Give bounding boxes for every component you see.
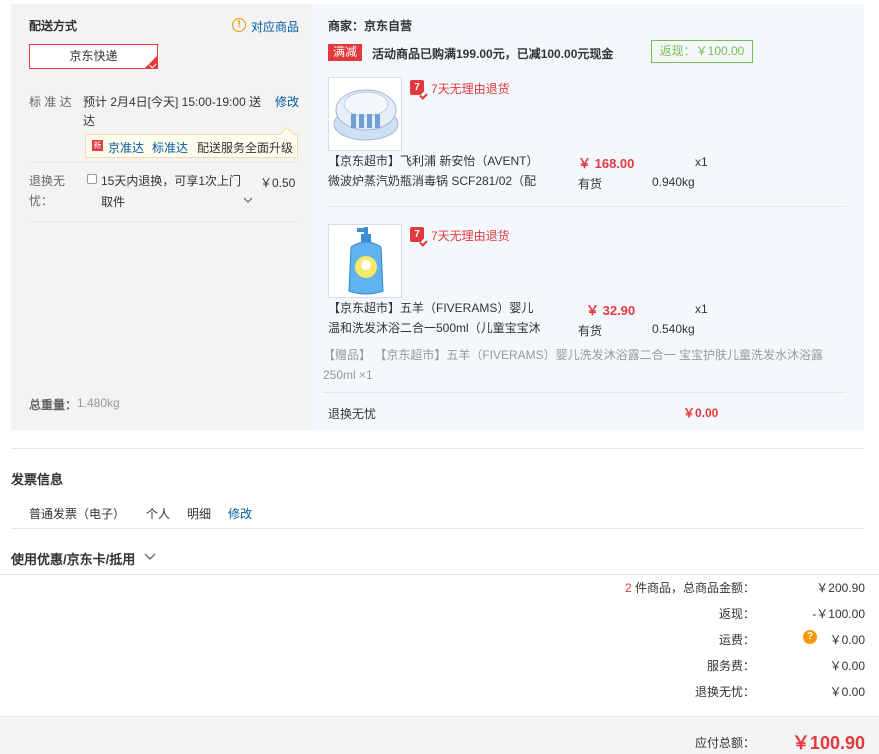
promo-text: 活动商品已购满199.00元，已减100.00元现金 [372,47,614,61]
new-badge: 新 [92,140,103,151]
rebate-label: 返现： [718,607,755,621]
divider [323,392,846,393]
shipping-method-option[interactable]: 京东快递 [29,44,158,69]
total-weight-value: 1.480kg [77,396,120,410]
freight-label: 运费： [718,633,755,647]
seven-day-return-icon: 7 [410,80,424,95]
product-qty: x1 [695,302,708,316]
goods-count-suffix: 件商品，总商品金额： [634,581,755,595]
invoice-modify-link[interactable]: 修改 [228,505,252,522]
goods-worry-free-label: 退换无忧 [328,407,377,421]
invoice-type: 普通发票（电子） [29,507,126,521]
total-weight-label: 总重量： [29,398,78,412]
worry-free-desc-line1: 15天内退换，可享1次上门 [101,174,242,188]
promo-tag: 满减 [328,44,362,61]
product-price: ￥ 168.00 [578,156,635,171]
worry-free-desc-line2: 取件 [101,195,126,209]
exclamation-circle-icon: ! [232,18,246,32]
chevron-down-icon[interactable] [243,197,253,204]
divider [11,448,864,449]
seven-day-return-icon: 7 [410,227,424,242]
divider [11,528,864,529]
product-weight: 0.940kg [652,175,695,189]
product-qty: x1 [695,155,708,169]
divider [29,162,299,163]
question-circle-icon[interactable]: ? [803,630,817,644]
goods-worry-free-price: ￥0.00 [683,406,719,420]
product-weight: 0.540kg [652,322,695,336]
worry-free-total-label: 退换无忧： [694,685,755,699]
freight-value: ￥0.00 [829,633,865,647]
biaozhunda-link[interactable]: 标准达 [152,139,188,156]
rebate-badge: 返现：￥100.00 [651,40,753,63]
jingzhunda-link[interactable]: 京准达 [108,139,144,156]
upgrade-text: 配送服务全面升级 [197,141,294,155]
invoice-detail: 明细 [187,507,212,521]
product-stock: 有货 [578,177,603,191]
summary-goods-count: 2 件商品，总商品金额： [625,579,755,596]
product-title[interactable]: 【京东超市】五羊（FIVERAMS）婴儿温和洗发沐浴二合一500ml（儿童宝宝沐… [328,298,544,338]
goods-total: ￥200.90 [816,581,865,595]
shipping-method-label: 京东快递 [69,49,118,63]
divider [0,574,879,575]
invoice-title: 发票信息 [11,472,64,487]
worry-free-price: ￥0.50 [260,176,296,190]
service-fee-value: ￥0.00 [829,659,865,673]
standard-delivery-time: 预计 2月4日[今天] 15:00-19:00 送达 [83,95,262,128]
service-fee-label: 服务费： [706,659,755,673]
checkmark-corner-icon [145,56,157,68]
product-image-baby-wash[interactable] [328,224,402,298]
invoice-person: 个人 [146,507,171,521]
coupon-toggle[interactable]: 使用优惠/京东卡/抵用 [11,549,135,568]
goods-count: 2 [624,581,632,595]
worry-free-label: 退换无忧： [29,174,66,208]
rebate-value: -￥100.00 [812,607,865,621]
divider [29,221,299,222]
product-image-sterilizer[interactable] [328,77,402,151]
chevron-down-icon[interactable] [144,553,156,561]
product-title[interactable]: 【京东超市】飞利浦 新安怡（AVENT）微波炉蒸汽奶瓶消毒锅 SCF281/02… [328,151,544,191]
product-stock: 有货 [578,324,603,338]
divider [328,206,846,207]
return-policy: 7天无理由退货 [431,229,510,243]
modify-delivery-link[interactable]: 修改 [275,93,299,110]
merchant-name: 商家：京东自营 [328,19,413,33]
product-price: ￥ 32.90 [586,303,636,318]
worry-free-checkbox[interactable] [87,174,97,184]
shipping-title: 配送方式 [29,19,78,33]
return-policy: 7天无理由退货 [431,82,510,96]
worry-free-total-value: ￥0.00 [829,685,865,699]
payable-total: ￥100.90 [791,733,865,753]
match-goods-link[interactable]: 对应商品 [251,18,299,35]
payable-label: 应付总额： [694,736,755,750]
gift-item: 【赠品】 【京东超市】五羊（FIVERAMS）婴儿洗发沐浴露二合一 宝宝护肤儿童… [323,348,824,382]
standard-label: 标 准 达 [29,95,72,109]
